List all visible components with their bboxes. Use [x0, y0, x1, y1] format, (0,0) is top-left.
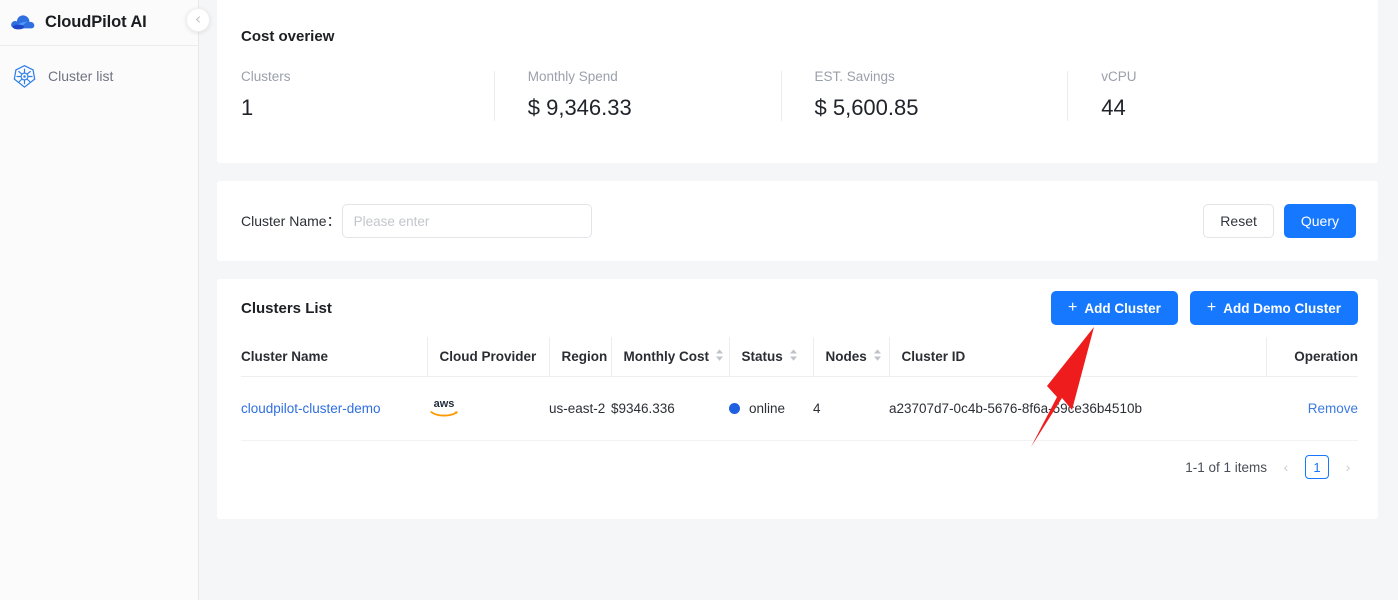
pagination-next-chevron-right-icon[interactable]: ›: [1340, 459, 1356, 475]
stat-label: EST. Savings: [814, 69, 895, 84]
cost-stats: Clusters 1 Monthly Spend $ 9,346.33 EST.…: [241, 69, 1354, 121]
column-label: Cloud Provider: [439, 349, 537, 364]
column-region[interactable]: Region: [548, 337, 611, 377]
add-demo-cluster-button[interactable]: + Add Demo Cluster: [1189, 291, 1358, 325]
cluster-name-link[interactable]: cloudpilot-cluster-demo: [241, 401, 381, 416]
cell-cloud-provider: aws: [427, 376, 549, 441]
sidebar-nav: Cluster list: [0, 46, 198, 96]
add-cluster-label: Add Cluster: [1084, 300, 1161, 316]
brand-title: CloudPilot AI: [45, 13, 147, 31]
stat-vcpu: vCPU 44: [1067, 69, 1354, 121]
status-badge: online: [749, 401, 786, 416]
chevron-left-icon: [194, 11, 203, 29]
column-cluster-name[interactable]: Cluster Name: [241, 337, 427, 377]
plus-icon: +: [1068, 299, 1078, 316]
stat-est-savings: EST. Savings $ 5,600.85: [780, 69, 1068, 121]
cell-monthly-cost: $9346.336: [611, 376, 729, 441]
stat-value: 44: [1101, 95, 1126, 120]
cost-overview-card: Cost overiew Clusters 1 Monthly Spend $ …: [217, 0, 1378, 163]
clusters-list-card: Clusters List + Add Cluster + Add Demo C…: [217, 279, 1378, 519]
stat-label: Clusters: [241, 69, 291, 84]
column-label: Cluster ID: [901, 349, 966, 364]
aws-logo-icon: aws: [427, 398, 461, 421]
column-label: Status: [741, 349, 783, 364]
brand: CloudPilot AI: [0, 0, 198, 46]
cluster-name-input[interactable]: [341, 204, 592, 238]
sidebar-item-label: Cluster list: [48, 68, 114, 84]
column-label: Cluster Name: [241, 349, 329, 364]
clusters-table-body: cloudpilot-cluster-demo aws us-east-2 $9…: [241, 376, 1358, 441]
stat-value: $ 9,346.33: [527, 95, 632, 120]
pagination: 1-1 of 1 items ‹ 1 ›: [241, 441, 1358, 493]
filter-actions: Reset Query: [1203, 204, 1356, 238]
column-cluster-id[interactable]: Cluster ID: [888, 337, 1266, 377]
stat-value: 1: [241, 95, 254, 120]
cost-overview-title: Cost overiew: [241, 28, 335, 45]
clusters-list-header: Clusters List + Add Cluster + Add Demo C…: [241, 279, 1358, 337]
status-dot-icon: [729, 403, 740, 414]
filter-card: Cluster Name： Reset Query: [217, 181, 1378, 261]
column-label: Operation: [1294, 349, 1358, 364]
add-cluster-button[interactable]: + Add Cluster: [1051, 291, 1178, 325]
clusters-table: Cluster Name Cloud Provider Region Month…: [241, 337, 1358, 441]
cell-operation: Remove: [1266, 376, 1358, 441]
table-row: cloudpilot-cluster-demo aws us-east-2 $9…: [241, 376, 1358, 441]
remove-link[interactable]: Remove: [1308, 401, 1358, 416]
column-operation: Operation: [1265, 337, 1358, 377]
cell-status: online: [729, 376, 813, 441]
cell-cluster-id: a23707d7-0c4b-5676-8f6a-59ce36b4510b: [889, 376, 1266, 441]
cell-cluster-name: cloudpilot-cluster-demo: [241, 376, 427, 441]
pagination-prev-chevron-left-icon[interactable]: ‹: [1278, 459, 1294, 475]
cell-region: us-east-2: [549, 376, 611, 441]
clusters-list-title: Clusters List: [241, 299, 332, 317]
stat-monthly-spend: Monthly Spend $ 9,346.33: [493, 69, 781, 121]
sidebar: CloudPilot AI Cluster list: [0, 0, 210, 600]
pagination-summary: 1-1 of 1 items: [1185, 459, 1267, 475]
stat-label: vCPU: [1101, 69, 1137, 84]
column-monthly-cost[interactable]: Monthly Cost: [610, 337, 729, 377]
column-label: Nodes: [825, 349, 867, 364]
main-content: Cost overiew Clusters 1 Monthly Spend $ …: [199, 0, 1398, 600]
column-status[interactable]: Status: [728, 337, 813, 377]
pagination-page-1[interactable]: 1: [1305, 455, 1329, 479]
stat-label: Monthly Spend: [527, 69, 618, 84]
query-button[interactable]: Query: [1283, 204, 1356, 238]
add-demo-cluster-label: Add Demo Cluster: [1223, 300, 1341, 316]
svg-text:aws: aws: [434, 398, 455, 410]
column-label: Monthly Cost: [623, 349, 710, 364]
column-label: Region: [561, 349, 608, 364]
cluster-name-label: Cluster Name：: [241, 213, 341, 229]
clusters-list-actions: + Add Cluster + Add Demo Cluster: [1051, 291, 1358, 325]
column-nodes[interactable]: Nodes: [812, 337, 889, 377]
cell-nodes: 4: [813, 376, 889, 441]
reset-button[interactable]: Reset: [1203, 204, 1274, 238]
table-header-row: Cluster Name Cloud Provider Region Month…: [241, 337, 1358, 377]
stat-clusters: Clusters 1: [241, 69, 494, 121]
cloud-logo-icon: [10, 13, 36, 33]
column-cloud-provider[interactable]: Cloud Provider: [426, 337, 549, 377]
plus-icon: +: [1206, 299, 1217, 316]
sort-icon[interactable]: [715, 348, 724, 365]
sort-icon[interactable]: [873, 348, 882, 365]
sidebar-item-cluster-list[interactable]: Cluster list: [0, 56, 198, 96]
clusters-table-head: Cluster Name Cloud Provider Region Month…: [241, 337, 1358, 377]
sidebar-collapse-button[interactable]: [186, 8, 210, 32]
app-root: CloudPilot AI Cluster list Cost overiew …: [0, 0, 1398, 600]
stat-value: $ 5,600.85: [814, 95, 919, 120]
kubernetes-icon: [12, 64, 37, 89]
sort-icon[interactable]: [789, 348, 798, 365]
